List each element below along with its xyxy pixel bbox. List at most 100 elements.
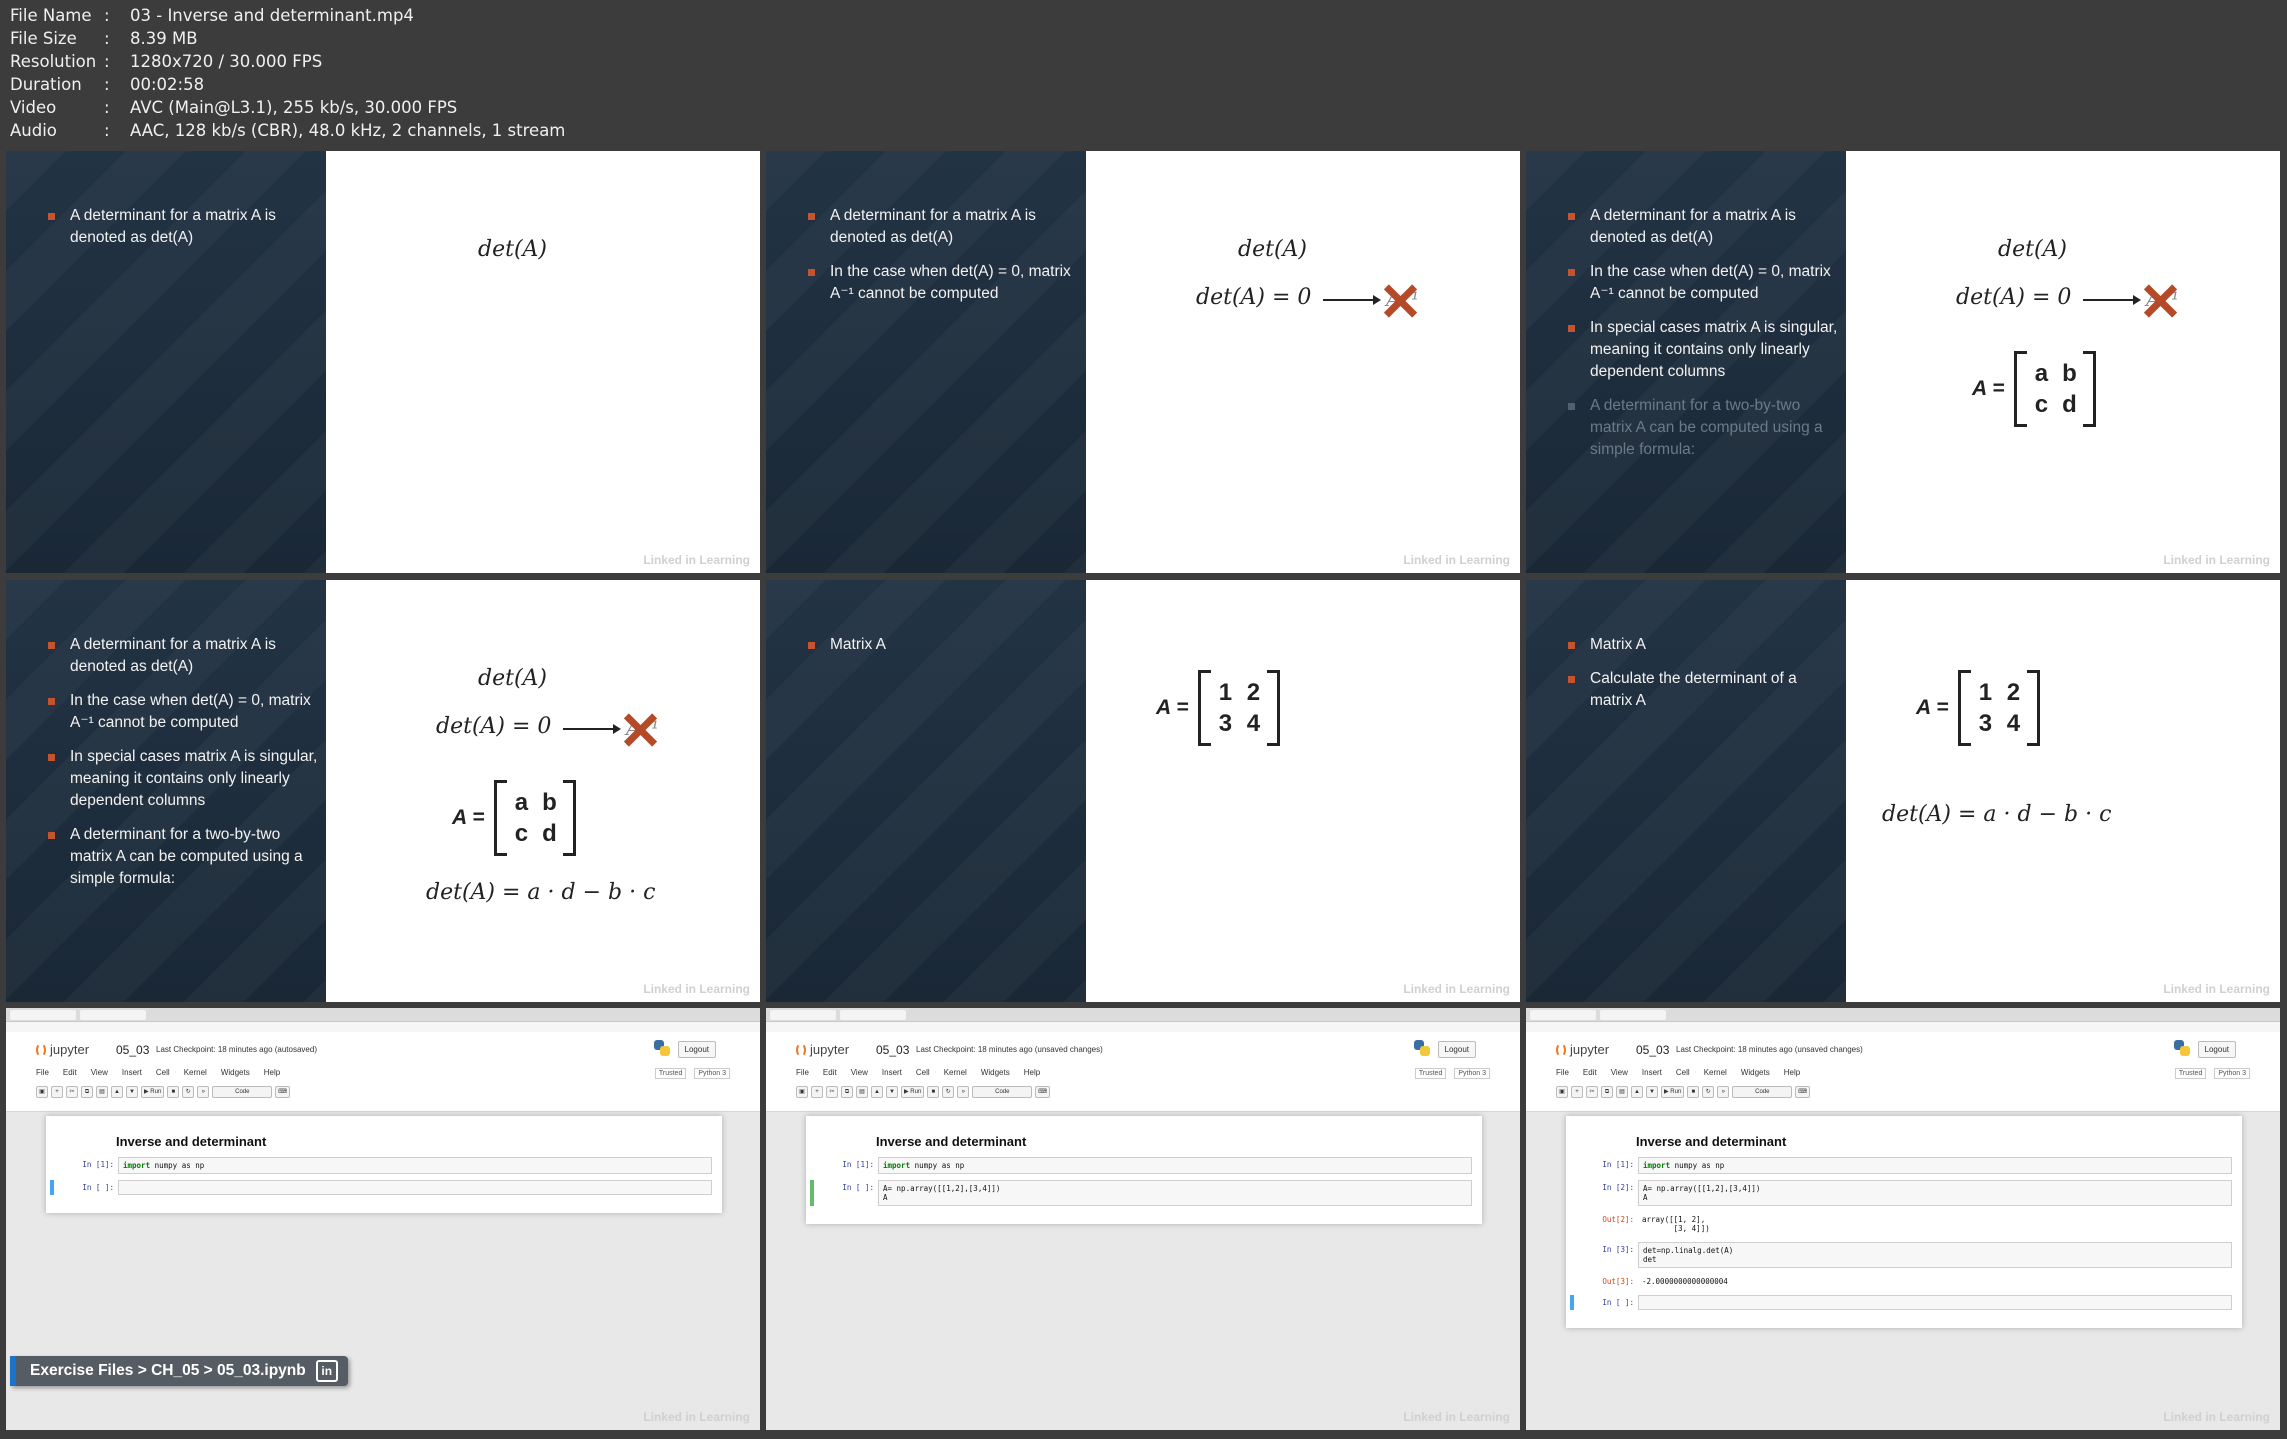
notebook-name[interactable]: 05_03	[1636, 1043, 1669, 1057]
keyboard-icon[interactable]: ⌨	[1035, 1086, 1050, 1098]
move-up-icon[interactable]: ▲	[871, 1086, 883, 1098]
cell-input[interactable]	[1638, 1295, 2232, 1310]
add-cell-icon[interactable]: +	[811, 1086, 823, 1098]
jupyter-logo[interactable]: jupyter	[796, 1042, 849, 1057]
cell-input[interactable]: A= np.array([[1,2],[3,4]]) A	[1638, 1180, 2232, 1206]
fast-forward-icon[interactable]: »	[197, 1086, 210, 1098]
browser-tab[interactable]	[770, 1010, 836, 1020]
menu-widgets[interactable]: Widgets	[981, 1068, 1010, 1077]
move-down-icon[interactable]: ▼	[126, 1086, 138, 1098]
browser-tab[interactable]	[1530, 1010, 1596, 1020]
logout-button[interactable]: Logout	[1437, 1041, 1476, 1058]
code-cell[interactable]: In [2]: A= np.array([[1,2],[3,4]]) A	[1576, 1180, 2232, 1206]
code-cell[interactable]: In [1]: import numpy as np	[1576, 1157, 2232, 1174]
browser-tab[interactable]	[1600, 1010, 1666, 1020]
restart-icon[interactable]: ↻	[182, 1086, 195, 1098]
menu-view[interactable]: View	[91, 1068, 108, 1077]
paste-icon[interactable]: ▤	[1616, 1086, 1628, 1098]
menu-cell[interactable]: Cell	[156, 1068, 170, 1077]
stop-icon[interactable]: ■	[167, 1086, 180, 1098]
cut-icon[interactable]: ✂	[66, 1086, 78, 1098]
menu-kernel[interactable]: Kernel	[944, 1068, 967, 1077]
restart-icon[interactable]: ↻	[942, 1086, 955, 1098]
trusted-badge[interactable]: Trusted	[2174, 1068, 2207, 1079]
code-cell-editing[interactable]: In [ ]: A= np.array([[1,2],[3,4]]) A	[810, 1180, 1472, 1206]
fast-forward-icon[interactable]: »	[1717, 1086, 1730, 1098]
restart-icon[interactable]: ↻	[1702, 1086, 1715, 1098]
menu-insert[interactable]: Insert	[882, 1068, 902, 1077]
jupyter-logo[interactable]: jupyter	[1556, 1042, 1609, 1057]
url-bar[interactable]	[6, 1022, 760, 1032]
stop-icon[interactable]: ■	[1687, 1086, 1700, 1098]
move-down-icon[interactable]: ▼	[1646, 1086, 1658, 1098]
menu-help[interactable]: Help	[1024, 1068, 1040, 1077]
menu-cell[interactable]: Cell	[916, 1068, 930, 1077]
menu-help[interactable]: Help	[264, 1068, 280, 1077]
keyboard-icon[interactable]: ⌨	[275, 1086, 290, 1098]
copy-icon[interactable]: ⧉	[81, 1086, 93, 1098]
save-icon[interactable]: ▣	[36, 1086, 48, 1098]
move-up-icon[interactable]: ▲	[111, 1086, 123, 1098]
menu-view[interactable]: View	[1611, 1068, 1628, 1077]
menu-file[interactable]: File	[36, 1068, 49, 1077]
cut-icon[interactable]: ✂	[1586, 1086, 1598, 1098]
cut-icon[interactable]: ✂	[826, 1086, 838, 1098]
trusted-badge[interactable]: Trusted	[1414, 1068, 1447, 1079]
menu-edit[interactable]: Edit	[823, 1068, 837, 1077]
logout-button[interactable]: Logout	[2197, 1041, 2236, 1058]
menu-cell[interactable]: Cell	[1676, 1068, 1690, 1077]
save-icon[interactable]: ▣	[796, 1086, 808, 1098]
menu-help[interactable]: Help	[1784, 1068, 1800, 1077]
url-bar[interactable]	[766, 1022, 1520, 1032]
notebook-name[interactable]: 05_03	[116, 1043, 149, 1057]
code-cell[interactable]: In [1]: import numpy as np	[816, 1157, 1472, 1174]
add-cell-icon[interactable]: +	[1571, 1086, 1583, 1098]
cell-input[interactable]	[118, 1180, 712, 1195]
paste-icon[interactable]: ▤	[96, 1086, 108, 1098]
cell-input[interactable]: import numpy as np	[878, 1157, 1472, 1174]
copy-icon[interactable]: ⧉	[841, 1086, 853, 1098]
cell-input[interactable]: import numpy as np	[118, 1157, 712, 1174]
code-cell-selected[interactable]: In [ ]:	[50, 1180, 712, 1195]
browser-tab[interactable]	[80, 1010, 146, 1020]
keyboard-icon[interactable]: ⌨	[1795, 1086, 1810, 1098]
run-button[interactable]: ▶ Run	[141, 1086, 165, 1098]
cell-input[interactable]: det=np.linalg.det(A) det	[1638, 1242, 2232, 1268]
cell-input[interactable]: A= np.array([[1,2],[3,4]]) A	[878, 1180, 1472, 1206]
code-cell[interactable]: In [1]: import numpy as np	[56, 1157, 712, 1174]
menu-kernel[interactable]: Kernel	[184, 1068, 207, 1077]
cell-type-select[interactable]: Code	[1732, 1086, 1793, 1098]
menu-insert[interactable]: Insert	[122, 1068, 142, 1077]
cell-type-select[interactable]: Code	[972, 1086, 1033, 1098]
menu-file[interactable]: File	[796, 1068, 809, 1077]
browser-tab[interactable]	[840, 1010, 906, 1020]
url-bar[interactable]	[1526, 1022, 2280, 1032]
move-up-icon[interactable]: ▲	[1631, 1086, 1643, 1098]
cell-input[interactable]: import numpy as np	[1638, 1157, 2232, 1174]
jupyter-logo[interactable]: jupyter	[36, 1042, 89, 1057]
code-cell-selected[interactable]: In [ ]:	[1570, 1295, 2232, 1310]
add-cell-icon[interactable]: +	[51, 1086, 63, 1098]
logout-button[interactable]: Logout	[677, 1041, 716, 1058]
menu-widgets[interactable]: Widgets	[221, 1068, 250, 1077]
menu-edit[interactable]: Edit	[1583, 1068, 1597, 1077]
browser-tab[interactable]	[10, 1010, 76, 1020]
paste-icon[interactable]: ▤	[856, 1086, 868, 1098]
fast-forward-icon[interactable]: »	[957, 1086, 970, 1098]
copy-icon[interactable]: ⧉	[1601, 1086, 1613, 1098]
run-button[interactable]: ▶ Run	[1661, 1086, 1685, 1098]
menu-insert[interactable]: Insert	[1642, 1068, 1662, 1077]
save-icon[interactable]: ▣	[1556, 1086, 1568, 1098]
menu-file[interactable]: File	[1556, 1068, 1569, 1077]
stop-icon[interactable]: ■	[927, 1086, 940, 1098]
trusted-badge[interactable]: Trusted	[654, 1068, 687, 1079]
menu-widgets[interactable]: Widgets	[1741, 1068, 1770, 1077]
code-cell[interactable]: In [3]: det=np.linalg.det(A) det	[1576, 1242, 2232, 1268]
run-button[interactable]: ▶ Run	[901, 1086, 925, 1098]
notebook-name[interactable]: 05_03	[876, 1043, 909, 1057]
cell-type-select[interactable]: Code	[212, 1086, 273, 1098]
move-down-icon[interactable]: ▼	[886, 1086, 898, 1098]
menu-edit[interactable]: Edit	[63, 1068, 77, 1077]
menu-view[interactable]: View	[851, 1068, 868, 1077]
menu-kernel[interactable]: Kernel	[1704, 1068, 1727, 1077]
